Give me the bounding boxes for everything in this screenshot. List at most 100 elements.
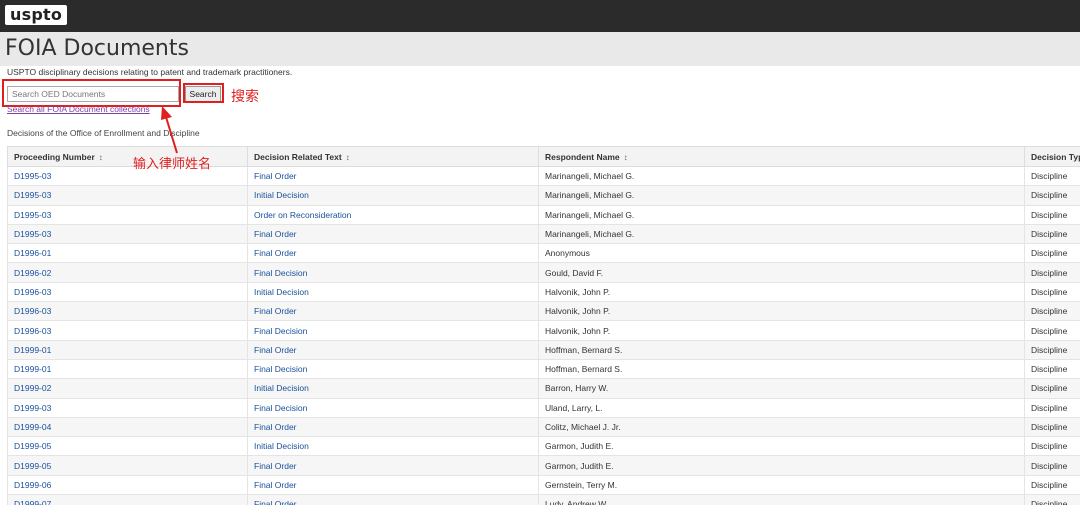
decision-text-link[interactable]: Initial Decision (247, 436, 539, 457)
table-row: D1999-05 Final Order Garmon, Judith E. Disc… (7, 455, 1080, 476)
respondent-name-cell: Marinangeli, Michael G. (538, 223, 1025, 245)
proceeding-number-link[interactable]: D1995-03 (7, 165, 248, 187)
respondent-name-cell: Garmon, Judith E. (538, 436, 1025, 457)
table-row: D1995-03 Final Order Marinangeli, Michael … (7, 223, 1080, 245)
page-subtitle: USPTO disciplinary decisions relating to… (7, 67, 293, 77)
proceeding-number-link[interactable]: D1996-03 (7, 320, 248, 341)
column-header-label: Decision Related Text (254, 151, 342, 162)
respondent-name-cell: Halvonik, John P. (538, 301, 1025, 322)
decision-text-link[interactable]: Final Order (247, 474, 539, 496)
all-collections-link[interactable]: Search all FOIA Document collections (7, 104, 150, 115)
proceeding-number-link[interactable]: D1999-01 (7, 339, 248, 360)
decision-text-link[interactable]: Initial Decision (247, 281, 539, 303)
table-row: D1999-07 Final Order Ludy, Andrew W. Discip… (7, 494, 1080, 505)
respondent-name-cell: Garmon, Judith E. (538, 455, 1025, 476)
decision-text-link[interactable]: Final Order (247, 416, 539, 438)
decision-text-link[interactable]: Final Order (247, 339, 539, 360)
column-header-respondent-name[interactable]: Respondent Name ↕ (538, 146, 1025, 167)
decision-text-link[interactable]: Final Order (247, 301, 539, 322)
annotation-box-search-input (2, 79, 181, 107)
column-header-label: Decision Type (1031, 151, 1080, 162)
respondent-name-cell: Marinangeli, Michael G. (538, 165, 1025, 187)
respondent-name-cell: Gernstein, Terry M. (538, 474, 1025, 496)
decision-text-link[interactable]: Final Decision (247, 358, 539, 380)
decision-type-cell: Discipline (1024, 185, 1080, 206)
table-row: D1996-01 Final Order Anonymous Discipline (7, 243, 1080, 264)
column-header-proceeding-number[interactable]: Proceeding Number ↕ (7, 146, 248, 167)
decision-text-link[interactable]: Final Decision (247, 397, 539, 418)
proceeding-number-link[interactable]: D1999-05 (7, 455, 248, 476)
column-header-label: Proceeding Number (14, 151, 95, 162)
decision-text-link[interactable]: Final Order (247, 243, 539, 264)
decision-type-cell: Discipline (1024, 204, 1080, 225)
decision-text-link[interactable]: Final Order (247, 455, 539, 476)
proceeding-number-link[interactable]: D1999-04 (7, 416, 248, 438)
decision-type-cell: Discipline (1024, 474, 1080, 496)
decision-type-cell: Discipline (1024, 436, 1080, 457)
column-header-decision-text[interactable]: Decision Related Text ↕ (247, 146, 539, 167)
respondent-name-cell: Uland, Larry, L. (538, 397, 1025, 418)
decision-text-link[interactable]: Initial Decision (247, 378, 539, 399)
annotation-search-note: 搜索 (231, 89, 259, 105)
decision-text-link[interactable]: Final Order (247, 223, 539, 245)
proceeding-number-link[interactable]: D1996-01 (7, 243, 248, 264)
title-bar: FOIA Documents (0, 32, 1080, 66)
decision-type-cell: Discipline (1024, 494, 1080, 505)
table-row: D1999-06 Final Order Gernstein, Terry M. Di… (7, 474, 1080, 496)
respondent-name-cell: Barron, Harry W. (538, 378, 1025, 399)
column-header-label: Respondent Name (545, 151, 620, 162)
uspto-logo[interactable]: uspto (5, 5, 68, 25)
proceeding-number-link[interactable]: D1999-02 (7, 378, 248, 399)
decision-text-link[interactable]: Final Order (247, 165, 539, 187)
respondent-name-cell: Halvonik, John P. (538, 281, 1025, 303)
sort-icon[interactable]: ↕ (624, 153, 628, 162)
decision-type-cell: Discipline (1024, 455, 1080, 476)
table-row: D1996-03 Final Decision Halvonik, John P. D… (7, 320, 1080, 341)
page-title: FOIA Documents (5, 36, 189, 61)
proceeding-number-link[interactable]: D1996-03 (7, 281, 248, 303)
respondent-name-cell: Colitz, Michael J. Jr. (538, 416, 1025, 438)
decision-text-link[interactable]: Initial Decision (247, 185, 539, 206)
respondent-name-cell: Anonymous (538, 243, 1025, 264)
table-row: D1999-03 Final Decision Uland, Larry, L. Di… (7, 397, 1080, 418)
proceeding-number-link[interactable]: D1996-02 (7, 262, 248, 283)
decision-type-cell: Discipline (1024, 416, 1080, 438)
proceeding-number-link[interactable]: D1995-03 (7, 223, 248, 245)
decision-type-cell: Discipline (1024, 378, 1080, 399)
decision-type-cell: Discipline (1024, 262, 1080, 283)
annotation-box-search-button (183, 83, 224, 103)
sort-icon[interactable]: ↕ (99, 153, 103, 162)
decision-type-cell: Discipline (1024, 243, 1080, 264)
decision-type-cell: Discipline (1024, 339, 1080, 360)
respondent-name-cell: Ludy, Andrew W. (538, 494, 1025, 505)
respondent-name-cell: Hoffman, Bernard S. (538, 358, 1025, 380)
decision-type-cell: Discipline (1024, 301, 1080, 322)
table-row: D1995-03 Initial Decision Marinangeli, Mic… (7, 185, 1080, 206)
decisions-table-container: Proceeding Number ↕ Decision Related Text… (7, 146, 1080, 505)
table-row: D1996-02 Final Decision Gould, David F. Dis… (7, 262, 1080, 283)
decision-type-cell: Discipline (1024, 397, 1080, 418)
decision-text-link[interactable]: Final Decision (247, 262, 539, 283)
proceeding-number-link[interactable]: D1999-05 (7, 436, 248, 457)
proceeding-number-link[interactable]: D1999-06 (7, 474, 248, 496)
table-row: D1999-04 Final Order Colitz, Michael J. Jr… (7, 416, 1080, 438)
proceeding-number-link[interactable]: D1999-07 (7, 494, 248, 505)
respondent-name-cell: Hoffman, Bernard S. (538, 339, 1025, 360)
decision-text-link[interactable]: Final Decision (247, 320, 539, 341)
proceeding-number-link[interactable]: D1995-03 (7, 185, 248, 206)
decision-text-link[interactable]: Final Order (247, 494, 539, 505)
column-header-decision-type[interactable]: Decision Type (1024, 146, 1080, 167)
proceeding-number-link[interactable]: D1999-01 (7, 358, 248, 380)
respondent-name-cell: Gould, David F. (538, 262, 1025, 283)
decision-type-cell: Discipline (1024, 281, 1080, 303)
decision-text-link[interactable]: Order on Reconsideration (247, 204, 539, 225)
table-row: D1999-01 Final Order Hoffman, Bernard S. Di… (7, 339, 1080, 360)
top-bar: uspto (0, 0, 1080, 32)
decision-type-cell: Discipline (1024, 165, 1080, 187)
annotation-input-note: 输入律师姓名 (133, 157, 212, 172)
proceeding-number-link[interactable]: D1996-03 (7, 301, 248, 322)
sort-icon[interactable]: ↕ (346, 153, 350, 162)
respondent-name-cell: Halvonik, John P. (538, 320, 1025, 341)
proceeding-number-link[interactable]: D1999-03 (7, 397, 248, 418)
proceeding-number-link[interactable]: D1995-03 (7, 204, 248, 225)
